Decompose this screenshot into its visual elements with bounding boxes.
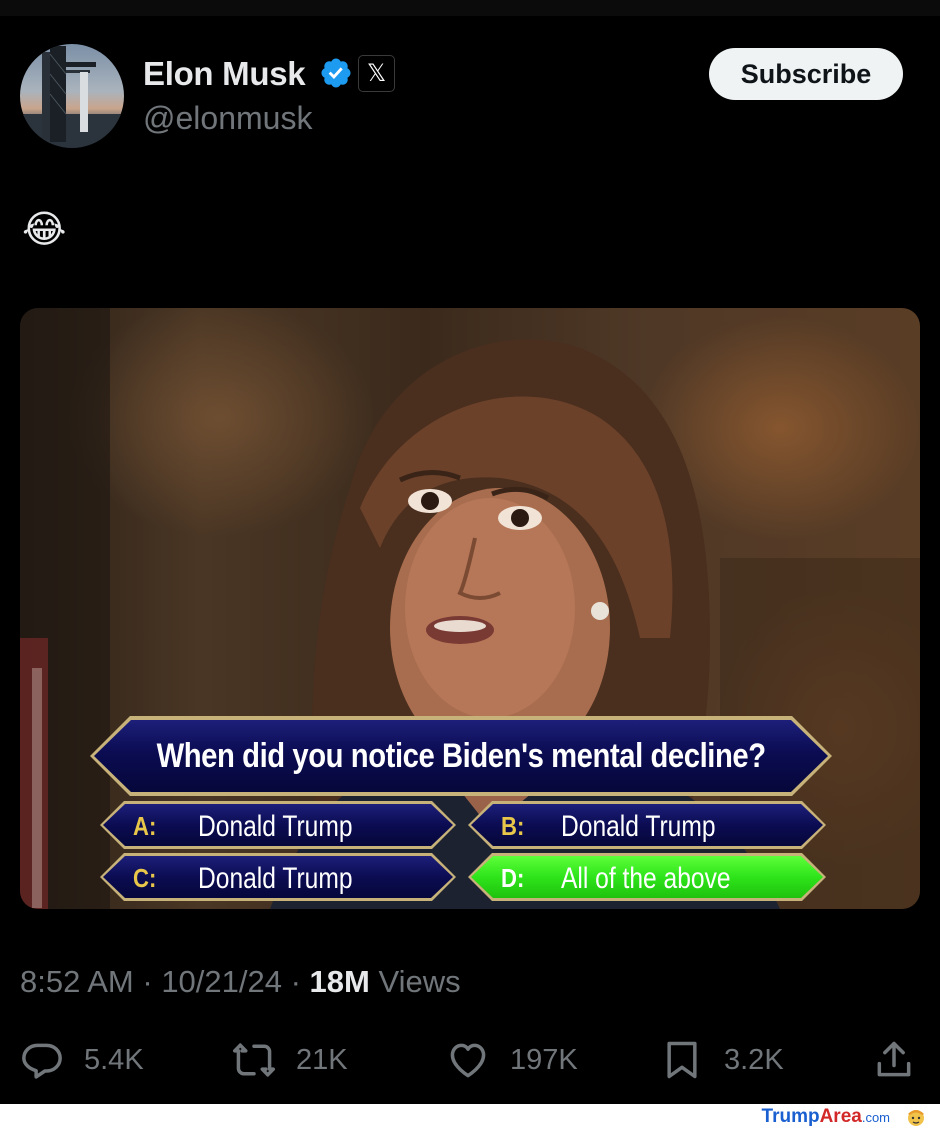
- author-handle[interactable]: @elonmusk: [143, 100, 312, 137]
- bookmark-button[interactable]: 3.2K: [660, 1036, 784, 1084]
- watermark-logo: TrumpArea.com: [762, 1106, 890, 1128]
- watermark-part1: Trump: [761, 1106, 820, 1127]
- watermark-part3: .com: [861, 1110, 890, 1125]
- answer-d-correct: D: All of the above: [468, 853, 826, 901]
- tweet-text: 😂: [22, 207, 67, 251]
- answer-a-letter: A:: [133, 811, 157, 841]
- tweet-time[interactable]: 8:52 AM: [20, 964, 134, 999]
- quiz-question-text: When did you notice Biden's mental decli…: [156, 736, 766, 775]
- answer-b-text: Donald Trump: [561, 810, 716, 843]
- avatar-rocket-image: [20, 46, 124, 148]
- answer-c: C: Donald Trump: [100, 853, 456, 901]
- share-button[interactable]: [872, 1036, 916, 1084]
- answer-a-text: Donald Trump: [198, 810, 353, 843]
- author-name[interactable]: Elon Musk: [143, 55, 306, 93]
- reply-icon: [22, 1043, 62, 1079]
- x-affiliate-icon[interactable]: 𝕏: [358, 55, 395, 92]
- repost-button[interactable]: 21K: [232, 1036, 348, 1084]
- watermark-face-icon: [908, 1110, 924, 1126]
- watermark-part2: Area: [819, 1106, 862, 1127]
- meta-separator: ·: [133, 964, 162, 999]
- avatar[interactable]: [20, 44, 124, 148]
- heart-icon: [450, 1043, 486, 1078]
- status-strip: [0, 0, 940, 16]
- tweet-media-image[interactable]: When did you notice Biden's mental decli…: [20, 308, 920, 909]
- repost-icon: [233, 1043, 275, 1077]
- quiz-question-box: When did you notice Biden's mental decli…: [90, 716, 832, 796]
- reply-count: 5.4K: [84, 1043, 144, 1076]
- views-label: Views: [369, 964, 461, 999]
- subscribe-button[interactable]: Subscribe: [709, 48, 903, 100]
- tweet-date[interactable]: 10/21/24: [161, 964, 282, 999]
- bookmark-icon: [667, 1041, 697, 1079]
- like-button[interactable]: 197K: [446, 1036, 578, 1084]
- answer-d-text: All of the above: [561, 862, 731, 895]
- answer-b: B: Donald Trump: [468, 801, 826, 849]
- share-icon: [877, 1041, 911, 1077]
- reply-button[interactable]: 5.4K: [20, 1036, 144, 1084]
- meta-separator: ·: [281, 964, 310, 999]
- verified-badge-icon[interactable]: [319, 56, 353, 90]
- answer-c-letter: C:: [133, 863, 157, 893]
- tweet-meta: 8:52 AM · 10/21/24 · 18M Views: [20, 964, 461, 1000]
- repost-count: 21K: [296, 1043, 348, 1076]
- bookmark-count: 3.2K: [724, 1043, 784, 1076]
- answer-a: A: Donald Trump: [100, 801, 456, 849]
- answer-b-letter: B:: [501, 811, 525, 841]
- answer-d-letter: D:: [501, 863, 525, 893]
- answer-c-text: Donald Trump: [198, 862, 353, 895]
- tweet-screen: Elon Musk 𝕏 @elonmusk Subscribe 😂 When d…: [0, 0, 940, 1130]
- like-count: 197K: [510, 1043, 578, 1076]
- views-count: 18M: [309, 964, 370, 999]
